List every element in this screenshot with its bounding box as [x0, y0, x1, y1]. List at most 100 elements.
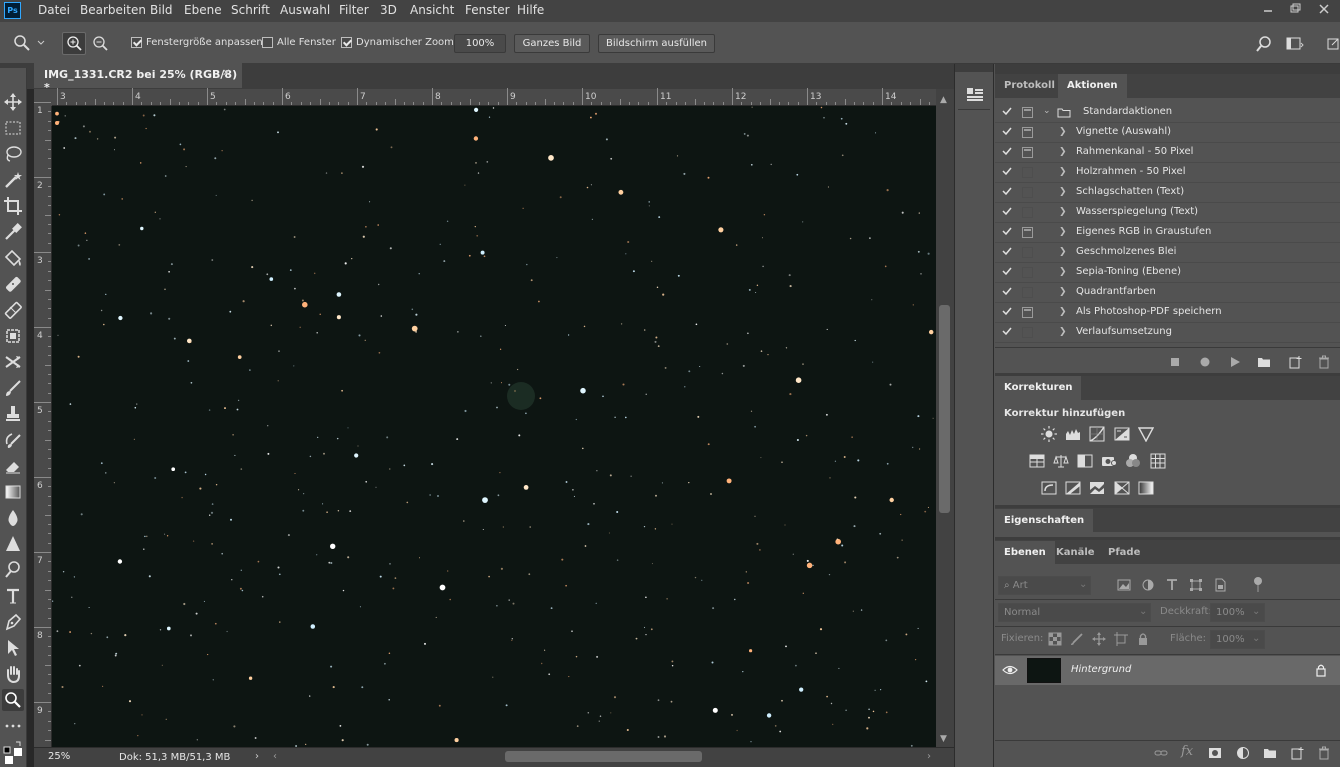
- new-action-icon[interactable]: [1288, 355, 1302, 369]
- lock-artboard-icon[interactable]: [1114, 632, 1128, 646]
- check-icon[interactable]: [1002, 207, 1012, 215]
- spot-healing-icon[interactable]: [2, 247, 24, 269]
- dialog-toggle-icon[interactable]: [1022, 307, 1033, 318]
- visibility-eye-icon[interactable]: [1002, 663, 1018, 677]
- tab-ebenen[interactable]: Ebenen: [995, 541, 1055, 565]
- menu-3d[interactable]: 3D: [380, 3, 397, 17]
- fit-screen-button[interactable]: Ganzes Bild: [514, 34, 590, 53]
- color-balance-icon[interactable]: [1053, 453, 1069, 469]
- chevron-right-icon[interactable]: ❯: [1059, 267, 1067, 277]
- invert-icon[interactable]: [1041, 480, 1057, 496]
- chevron-right-icon[interactable]: ❯: [1059, 207, 1067, 217]
- chevron-right-icon[interactable]: ❯: [1059, 327, 1067, 337]
- chevron-right-icon[interactable]: ❯: [1059, 187, 1067, 197]
- check-icon[interactable]: [1002, 127, 1012, 135]
- dialog-toggle-icon[interactable]: [1022, 247, 1033, 258]
- zoom-tool-icon[interactable]: [2, 689, 24, 711]
- exposure-icon[interactable]: [1114, 426, 1130, 442]
- check-icon[interactable]: [1002, 287, 1012, 295]
- new-layer-icon[interactable]: [1290, 746, 1304, 760]
- restore-icon[interactable]: [1287, 2, 1303, 16]
- action-item[interactable]: ❯ Geschmolzenes Blei: [995, 243, 1340, 263]
- curves-icon[interactable]: [1089, 426, 1105, 442]
- action-item[interactable]: ❯ Holzrahmen - 50 Pixel: [995, 163, 1340, 183]
- frame-tool-icon[interactable]: [2, 325, 24, 347]
- color-lookup-icon[interactable]: [1150, 453, 1166, 469]
- properties-panel-icon[interactable]: [958, 80, 990, 110]
- menu-auswahl[interactable]: Auswahl: [280, 3, 330, 17]
- action-item[interactable]: ❯ Sepia-Toning (Ebene): [995, 263, 1340, 283]
- check-icon[interactable]: [1002, 307, 1012, 315]
- add-mask-icon[interactable]: [1208, 746, 1222, 760]
- stop-icon[interactable]: [1168, 355, 1182, 369]
- zoom-value-field[interactable]: 100%: [454, 34, 506, 53]
- layer-row[interactable]: Hintergrund: [995, 656, 1340, 685]
- action-set-row[interactable]: ⌄ Standardaktionen: [995, 103, 1340, 123]
- blend-mode-dropdown[interactable]: Normal ⌄: [998, 603, 1151, 622]
- scroll-up-icon[interactable]: ▲: [940, 95, 947, 105]
- chevron-right-icon[interactable]: ❯: [1059, 227, 1067, 237]
- content-aware-move-icon[interactable]: [2, 351, 24, 373]
- filter-type-icon[interactable]: [1165, 578, 1179, 592]
- tab-eigenschaften[interactable]: Eigenschaften: [995, 509, 1094, 533]
- filter-adjustment-icon[interactable]: [1141, 578, 1155, 592]
- magic-wand-icon[interactable]: [2, 169, 24, 191]
- check-icon[interactable]: [1002, 167, 1012, 175]
- action-item[interactable]: ❯ Rahmenkanal - 50 Pixel: [995, 143, 1340, 163]
- chevron-right-icon[interactable]: ❯: [1059, 127, 1067, 137]
- chevron-down-icon[interactable]: ⌄: [1043, 106, 1051, 116]
- tab-korrekturen[interactable]: Korrekturen: [995, 376, 1082, 400]
- lasso-tool-icon[interactable]: [2, 143, 24, 165]
- play-icon[interactable]: [1228, 355, 1242, 369]
- lock-transparent-icon[interactable]: [1048, 632, 1062, 646]
- healing-brush-icon[interactable]: [2, 273, 24, 295]
- scroll-right-icon[interactable]: ›: [927, 751, 931, 762]
- close-tab-icon[interactable]: ✕: [222, 68, 230, 79]
- levels-icon[interactable]: [1065, 426, 1081, 442]
- zoom-tool-preset-icon[interactable]: [12, 33, 32, 53]
- dialog-toggle-icon[interactable]: [1022, 327, 1033, 338]
- chevron-down-icon[interactable]: [36, 38, 46, 48]
- horizontal-scrollbar-thumb[interactable]: [505, 751, 702, 762]
- lock-all-icon[interactable]: [1136, 632, 1150, 646]
- chevron-right-icon[interactable]: ❯: [1059, 287, 1067, 297]
- check-icon[interactable]: [1002, 147, 1012, 155]
- zoom-level[interactable]: 25%: [48, 751, 70, 762]
- dialog-toggle-icon[interactable]: [1022, 127, 1033, 138]
- dialog-toggle-icon[interactable]: [1022, 207, 1033, 218]
- eyedropper-icon[interactable]: [2, 221, 24, 243]
- brightness-contrast-icon[interactable]: [1041, 426, 1057, 442]
- dialog-toggle-icon[interactable]: [1022, 267, 1033, 278]
- workspace-icon[interactable]: [1286, 36, 1304, 52]
- more-tools-icon[interactable]: [2, 715, 24, 737]
- check-icon[interactable]: [1002, 267, 1012, 275]
- tab-protokoll[interactable]: Protokoll: [995, 74, 1064, 98]
- channel-mixer-icon[interactable]: [1125, 453, 1141, 469]
- black-white-icon[interactable]: [1077, 453, 1093, 469]
- vibrance-icon[interactable]: [1137, 426, 1155, 443]
- fill-field[interactable]: 100% ⌄: [1210, 630, 1265, 649]
- color-swatches-icon[interactable]: [2, 740, 24, 764]
- layer-name[interactable]: Hintergrund: [1071, 664, 1131, 675]
- path-selection-icon[interactable]: [2, 637, 24, 659]
- dynamic-zoom-checkbox[interactable]: [341, 37, 352, 48]
- close-icon[interactable]: [1316, 2, 1332, 16]
- check-icon[interactable]: [1002, 247, 1012, 255]
- dialog-toggle-icon[interactable]: [1022, 147, 1033, 158]
- zoom-in-button[interactable]: [62, 32, 86, 55]
- document-tab[interactable]: IMG_1331.CR2 bei 25% (RGB/8) * ✕: [34, 63, 242, 94]
- menu-fenster[interactable]: Fenster: [465, 3, 510, 17]
- vertical-scrollbar-thumb[interactable]: [939, 305, 950, 513]
- filter-toggle-switch[interactable]: [1253, 576, 1263, 594]
- lock-pixels-icon[interactable]: [1070, 632, 1084, 646]
- eraser-icon[interactable]: [2, 455, 24, 477]
- chevron-right-icon[interactable]: ❯: [1059, 307, 1067, 317]
- action-item[interactable]: ❯ Verlaufsumsetzung: [995, 323, 1340, 343]
- filter-shape-icon[interactable]: [1189, 578, 1203, 592]
- chevron-right-icon[interactable]: ❯: [1059, 147, 1067, 157]
- check-icon[interactable]: [1002, 327, 1012, 335]
- action-item[interactable]: ❯ Vignette (Auswahl): [995, 123, 1340, 143]
- history-brush-icon[interactable]: [2, 429, 24, 451]
- check-icon[interactable]: [1002, 107, 1012, 115]
- status-menu-chevron-icon[interactable]: ›: [255, 751, 259, 762]
